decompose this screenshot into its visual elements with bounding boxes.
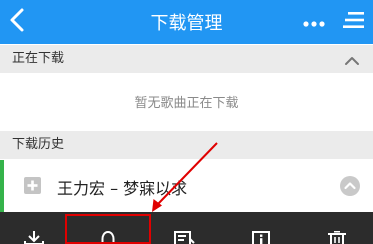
expand-button[interactable]	[339, 175, 361, 197]
more-dots-icon	[303, 21, 325, 27]
download-button[interactable]	[23, 230, 45, 244]
plus-square-icon	[24, 177, 41, 194]
downloading-empty-area: 暂无歌曲正在下载	[0, 73, 373, 130]
song-title: 王力宏 – 梦寐以求	[57, 179, 188, 198]
edit-list-button[interactable]	[173, 230, 195, 244]
download-icon	[24, 231, 44, 244]
more-button[interactable]	[303, 14, 325, 27]
info-icon	[252, 231, 270, 244]
history-section-header: 下载历史	[0, 131, 373, 159]
history-list-item[interactable]: 王力宏 – 梦寐以求	[0, 160, 373, 212]
annotation-highlight-box	[65, 214, 151, 244]
downloading-section-header[interactable]: 正在下载	[0, 45, 373, 73]
empty-message: 暂无歌曲正在下载	[134, 96, 239, 111]
chevron-up-circle-icon	[340, 176, 360, 196]
menu-button[interactable]	[343, 11, 365, 29]
collapse-button[interactable]	[343, 51, 361, 65]
top-bar: 下载管理	[0, 0, 373, 44]
bottom-toolbar	[0, 212, 373, 244]
edit-list-icon	[174, 231, 195, 244]
menu-lines-icon	[343, 12, 364, 28]
trash-icon	[328, 230, 346, 244]
info-button[interactable]	[250, 230, 272, 244]
downloading-label: 正在下载	[12, 51, 65, 66]
delete-button[interactable]	[326, 230, 348, 244]
history-label: 下载历史	[12, 137, 65, 152]
plus-icon[interactable]	[24, 177, 41, 194]
chevron-up-icon	[345, 57, 359, 65]
